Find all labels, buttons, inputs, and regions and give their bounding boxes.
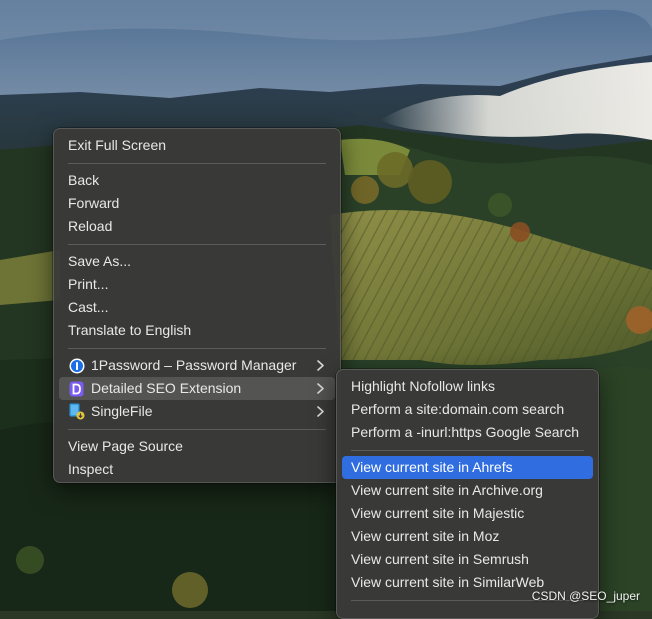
menu-separator (68, 428, 326, 430)
reload-label: Reload (68, 218, 113, 234)
1password-label: 1Password – Password Manager (91, 357, 297, 373)
singlefile-label: SingleFile (91, 403, 153, 419)
view-page-source-label: View Page Source (68, 438, 183, 454)
translate-item[interactable]: Translate to English (59, 319, 335, 342)
view-in-archive-label: View current site in Archive.org (351, 482, 543, 498)
view-in-majestic-item[interactable]: View current site in Majestic (342, 502, 593, 525)
chevron-right-icon (315, 400, 325, 423)
save-as-item[interactable]: Save As... (59, 250, 335, 273)
view-in-moz-item[interactable]: View current site in Moz (342, 525, 593, 548)
1password-extension-item[interactable]: 1Password – Password Manager (59, 354, 335, 377)
inurl-search-label: Perform a -inurl:https Google Search (351, 424, 579, 440)
view-in-ahrefs-item[interactable]: View current site in Ahrefs (342, 456, 593, 479)
singlefile-icon (68, 403, 85, 420)
menu-separator (68, 243, 326, 245)
cast-label: Cast... (68, 299, 109, 315)
exit-full-screen-item[interactable]: Exit Full Screen (59, 134, 335, 157)
view-in-ahrefs-label: View current site in Ahrefs (351, 459, 513, 475)
site-search-label: Perform a site:domain.com search (351, 401, 565, 417)
watermark: CSDN @SEO_juper (531, 589, 640, 603)
menu-separator (68, 347, 326, 349)
save-as-label: Save As... (68, 253, 132, 269)
highlight-nofollow-label: Highlight Nofollow links (351, 378, 495, 394)
1password-icon (68, 357, 85, 374)
detailed-seo-icon (68, 380, 85, 397)
forward-item[interactable]: Forward (59, 192, 335, 215)
view-in-majestic-label: View current site in Majestic (351, 505, 525, 521)
print-label: Print... (68, 276, 109, 292)
highlight-nofollow-item[interactable]: Highlight Nofollow links (342, 375, 593, 398)
cast-item[interactable]: Cast... (59, 296, 335, 319)
detailed-seo-label: Detailed SEO Extension (91, 380, 242, 396)
back-item[interactable]: Back (59, 169, 335, 192)
singlefile-extension-item[interactable]: SingleFile (59, 400, 335, 423)
view-in-similarweb-label: View current site in SimilarWeb (351, 574, 545, 590)
view-in-moz-label: View current site in Moz (351, 528, 500, 544)
detailed-seo-extension-item[interactable]: Detailed SEO Extension (59, 377, 335, 400)
translate-label: Translate to English (68, 322, 192, 338)
back-label: Back (68, 172, 100, 188)
view-in-archive-item[interactable]: View current site in Archive.org (342, 479, 593, 502)
inspect-label: Inspect (68, 461, 114, 477)
chevron-right-icon (315, 354, 325, 377)
context-menu: Exit Full Screen Back Forward Reload Sav… (53, 128, 341, 483)
menu-separator (68, 162, 326, 164)
view-page-source-item[interactable]: View Page Source (59, 435, 335, 458)
menu-separator (351, 449, 584, 451)
inspect-item[interactable]: Inspect (59, 458, 335, 481)
exit-full-screen-label: Exit Full Screen (68, 137, 167, 153)
print-item[interactable]: Print... (59, 273, 335, 296)
forward-label: Forward (68, 195, 120, 211)
site-search-item[interactable]: Perform a site:domain.com search (342, 398, 593, 421)
detailed-seo-submenu: Highlight Nofollow links Perform a site:… (336, 369, 599, 619)
inurl-search-item[interactable]: Perform a -inurl:https Google Search (342, 421, 593, 444)
view-in-semrush-label: View current site in Semrush (351, 551, 529, 567)
reload-item[interactable]: Reload (59, 215, 335, 238)
chevron-right-icon (315, 377, 325, 400)
view-in-semrush-item[interactable]: View current site in Semrush (342, 548, 593, 571)
